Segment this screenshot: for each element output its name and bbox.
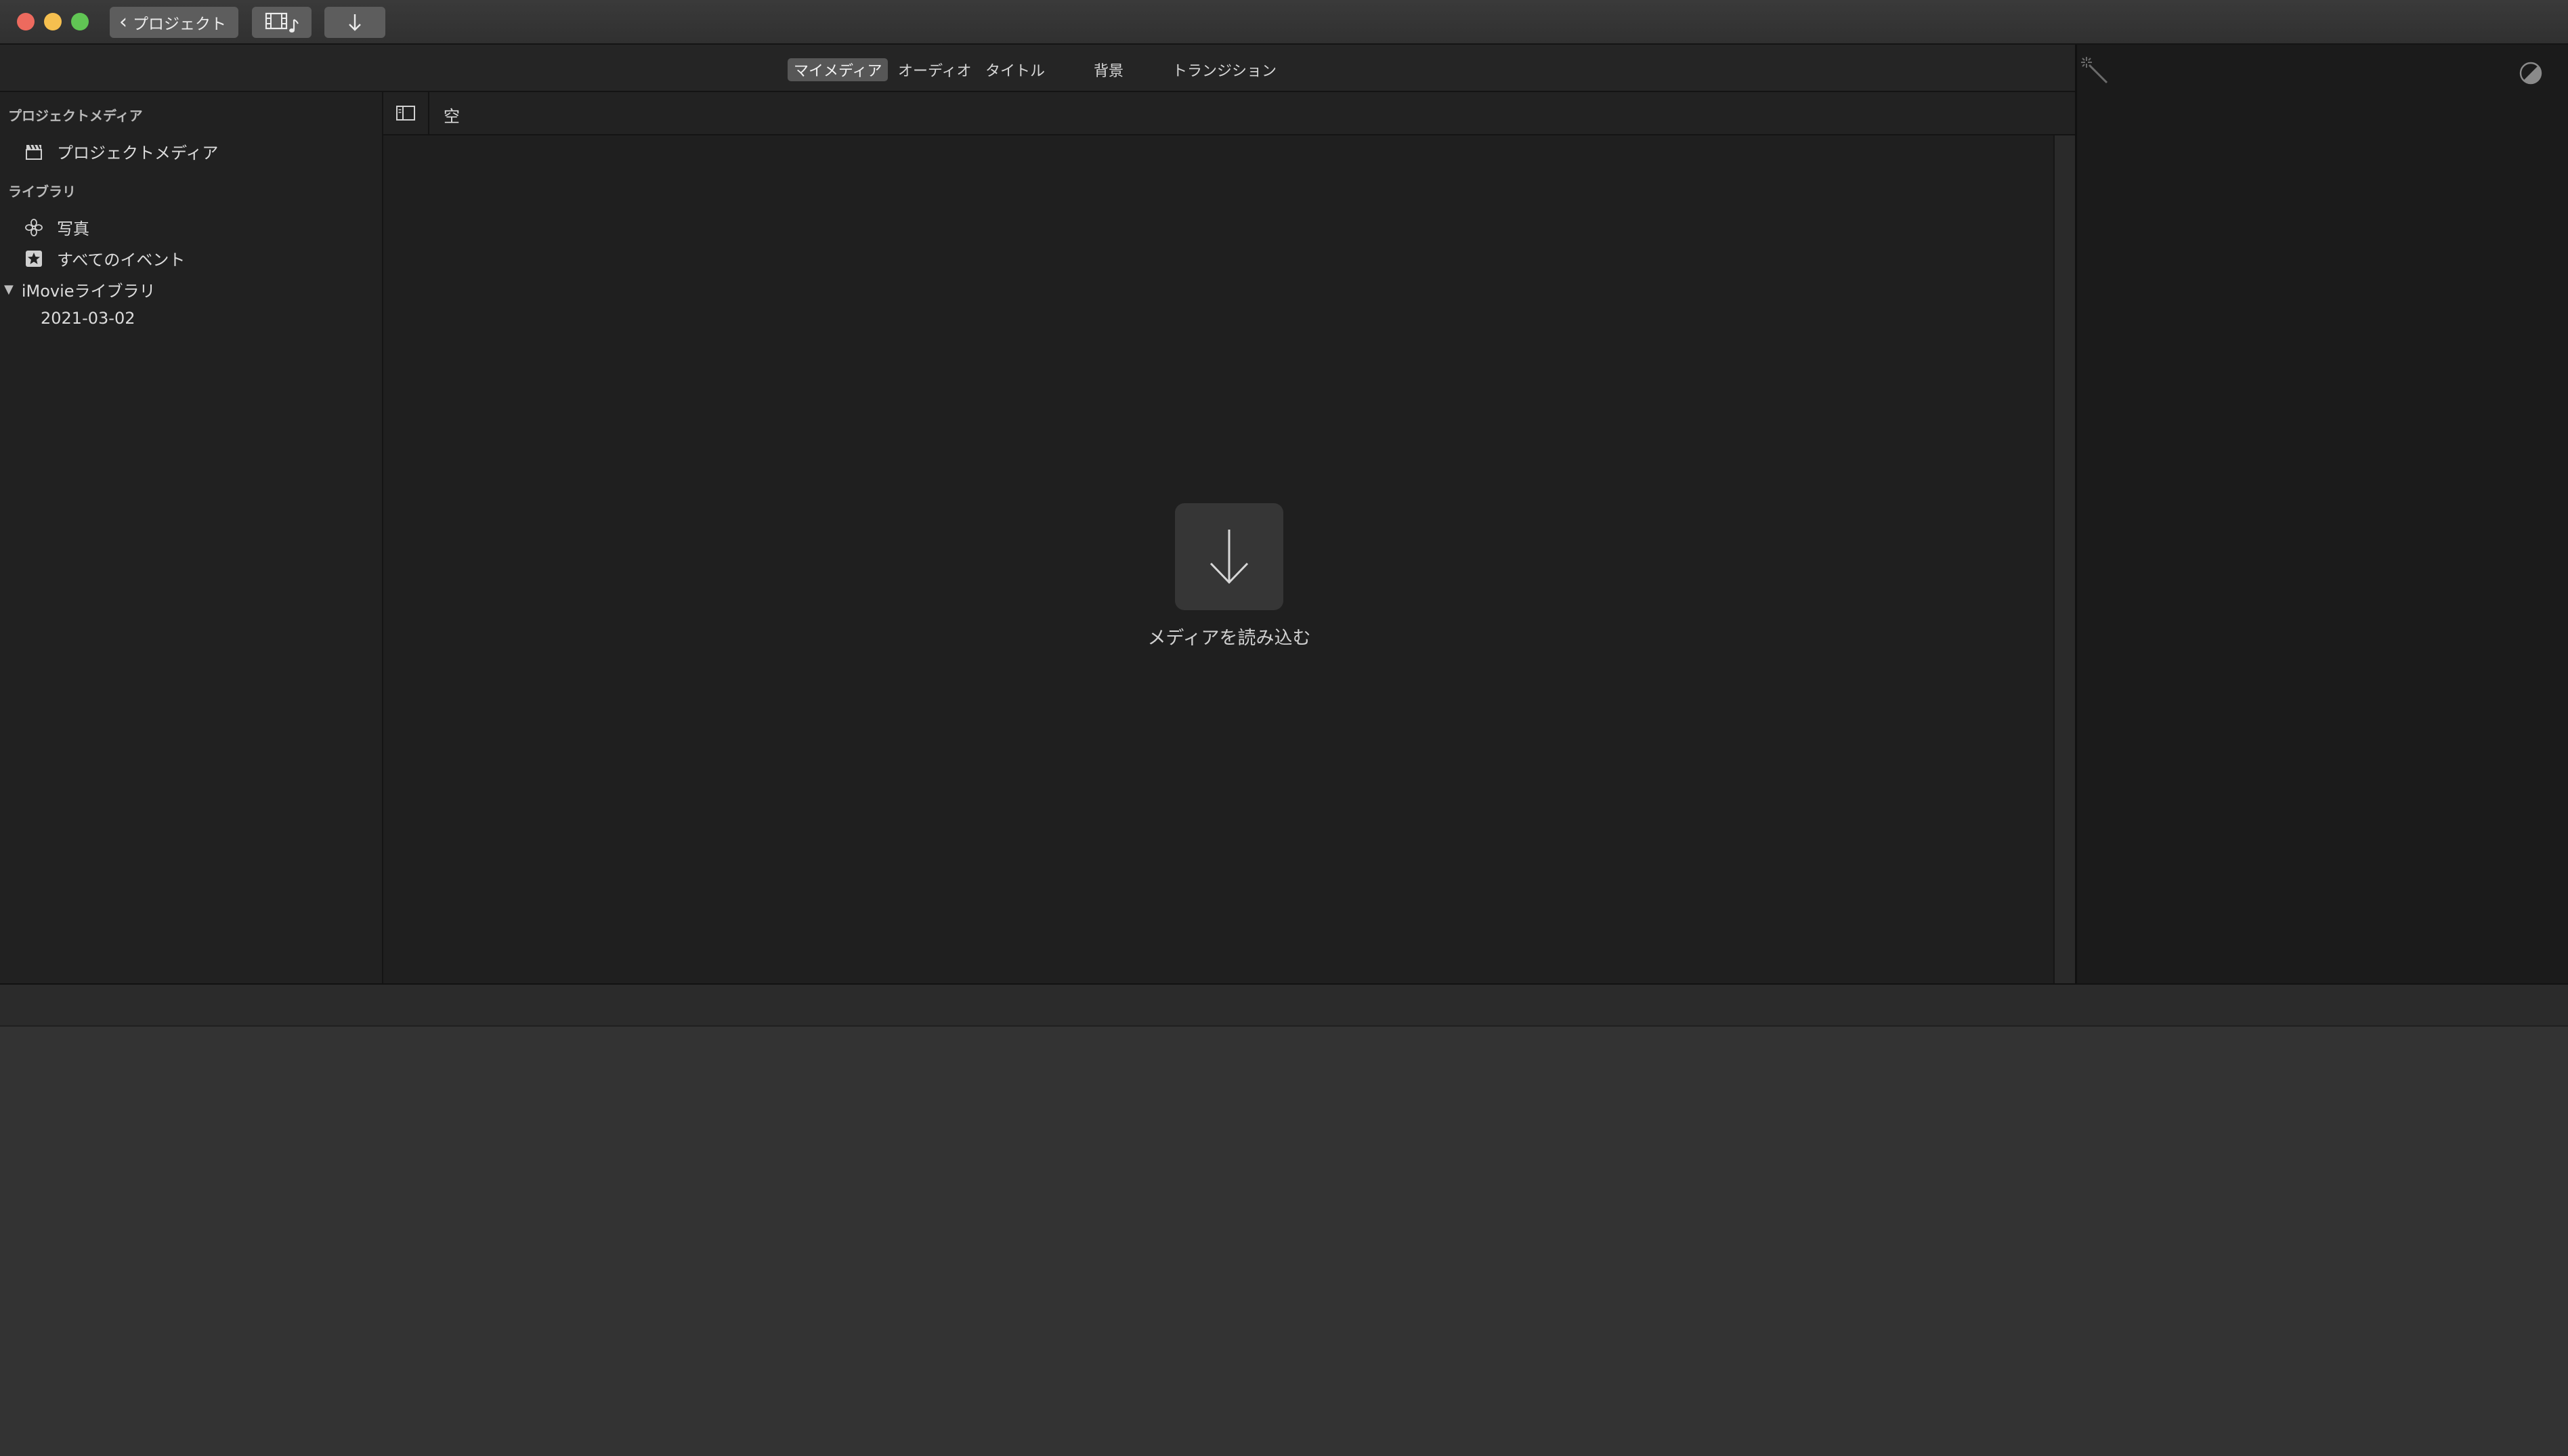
browser-toolbar: 空 (383, 92, 2075, 135)
viewer-panel (2075, 45, 2568, 983)
color-correction-icon[interactable] (2519, 61, 2543, 88)
back-to-projects-button[interactable]: ‹ プロジェクト (110, 7, 238, 38)
tab-titles[interactable]: タイトル (985, 58, 1045, 81)
import-media-placeholder-button[interactable] (1175, 503, 1283, 610)
magic-wand-icon[interactable] (2080, 56, 2111, 89)
window-minimize-button[interactable] (44, 13, 62, 30)
arrow-down-icon (1210, 530, 1249, 584)
back-button-label: プロジェクト (133, 16, 226, 33)
disclosure-triangle-icon[interactable]: ▼ (4, 282, 14, 297)
sidebar-item-event[interactable]: 2021-03-02 (41, 309, 135, 328)
sidebar-item-imovie-library[interactable]: ▼ iMovieライブラリ (4, 278, 156, 301)
tab-audio[interactable]: オーディオ (898, 58, 971, 81)
chevron-left-icon: ‹ (119, 10, 127, 34)
film-music-icon (265, 12, 299, 33)
sidebar-item-photos[interactable]: 写真 (24, 215, 89, 239)
library-section-header: ライブラリ (8, 184, 76, 200)
project-media-section-header: プロジェクトメディア (8, 108, 143, 124)
library-sidebar: プロジェクトメディア プロジェクトメディア ライブラリ 写真 すべてのイベント … (0, 92, 383, 983)
arrow-down-icon (349, 14, 361, 31)
browser-scrollbar[interactable] (2053, 135, 2075, 983)
filter-label: 空 (444, 107, 460, 126)
media-browser: 空 メディアを読み込む (383, 92, 2075, 983)
window-zoom-button[interactable] (71, 13, 89, 30)
title-bar: ‹ プロジェクト (0, 0, 2568, 45)
sidebar-item-label: すべてのイベント (57, 251, 186, 270)
photos-icon (24, 218, 43, 237)
sidebar-icon (396, 106, 415, 121)
timeline-toolbar (0, 983, 2568, 1027)
import-media-label: メディアを読み込む (1147, 628, 1311, 649)
sidebar-item-label: プロジェクトメディア (57, 144, 219, 163)
sidebar-item-project-media[interactable]: プロジェクトメディア (24, 140, 218, 163)
tab-my-media[interactable]: マイメディア (788, 58, 889, 81)
star-event-icon (24, 249, 43, 268)
sidebar-item-label: 2021-03-02 (41, 309, 135, 328)
sidebar-toggle-button[interactable] (383, 92, 429, 134)
import-media-button[interactable] (324, 7, 385, 38)
sidebar-item-label: iMovieライブラリ (21, 282, 156, 301)
window-close-button[interactable] (17, 13, 35, 30)
media-browser-tabs: マイメディア オーディオ タイトル 背景 トランジション (0, 45, 2075, 92)
sidebar-item-all-events[interactable]: すべてのイベント (24, 247, 185, 270)
tab-transitions[interactable]: トランジション (1172, 58, 1277, 81)
clapperboard-icon (24, 142, 43, 161)
tab-backgrounds[interactable]: 背景 (1094, 58, 1124, 81)
sidebar-item-label: 写真 (57, 219, 89, 238)
timeline-area[interactable] (0, 1027, 2568, 1456)
media-browser-toggle-button[interactable] (252, 7, 312, 38)
